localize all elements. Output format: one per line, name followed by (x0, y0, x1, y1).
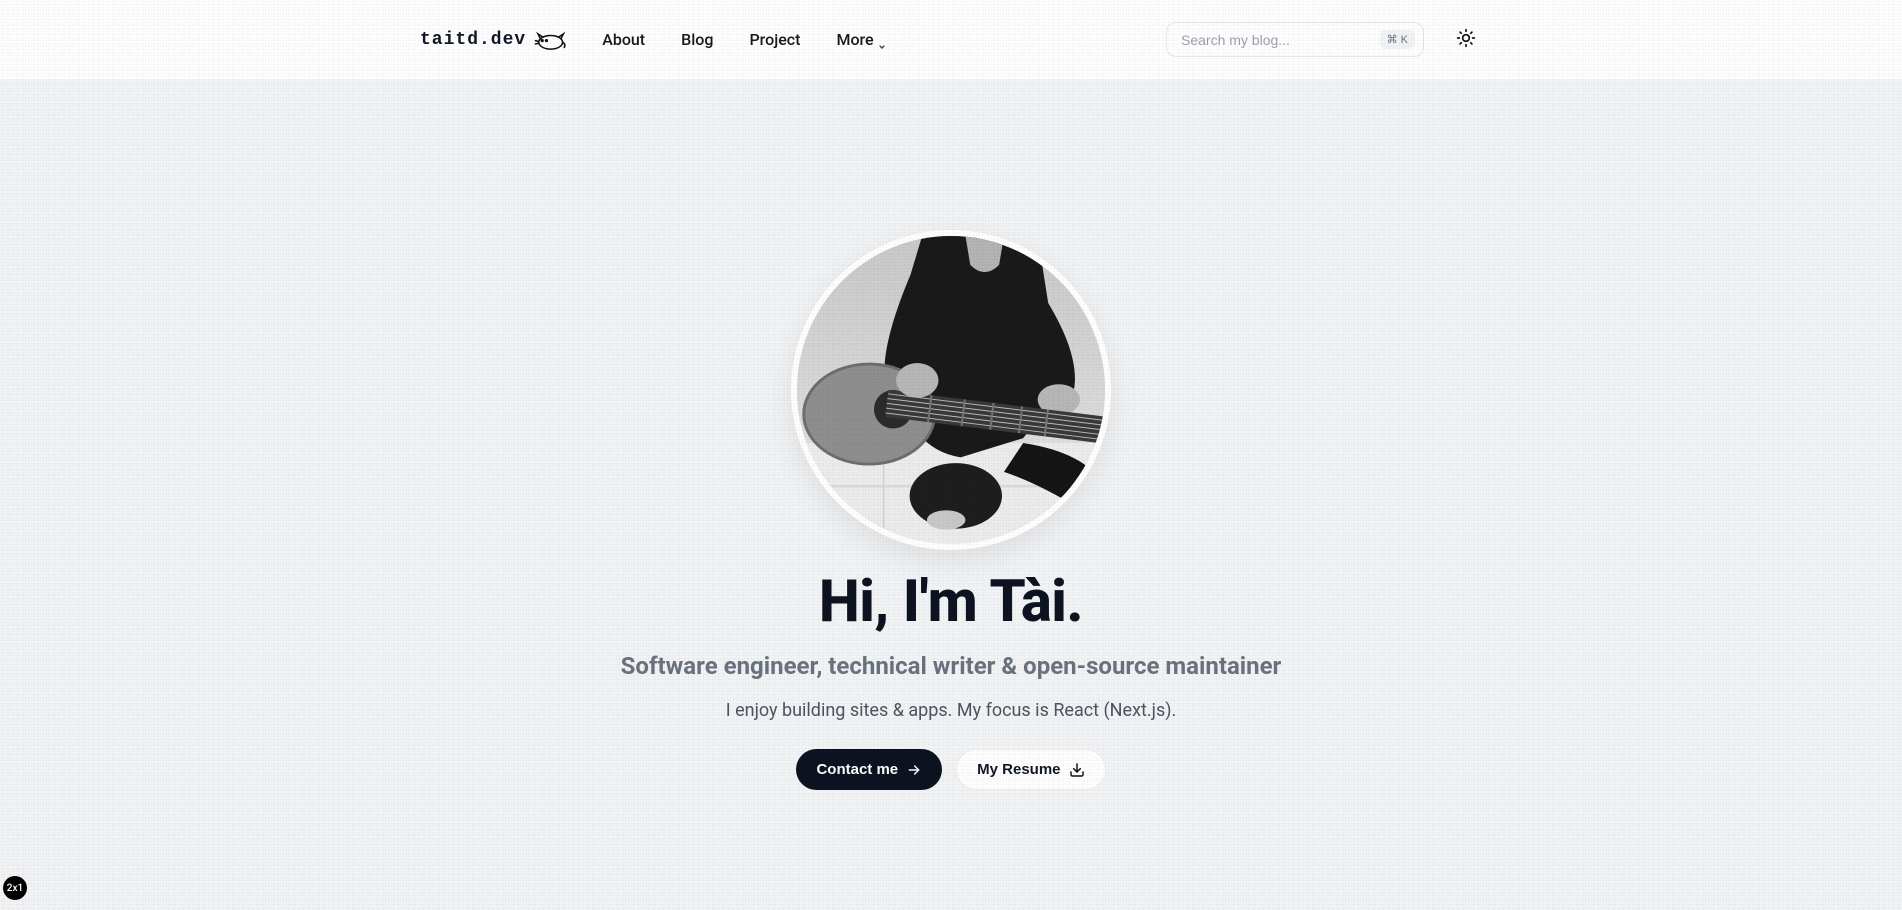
main-nav: About Blog Project More (602, 30, 885, 49)
avatar-image (797, 236, 1105, 544)
hero-actions: Contact me My Resume (796, 749, 1105, 790)
search-kbd-shortcut: ⌘ K (1380, 30, 1415, 49)
corner-badge: 2x1 (3, 876, 27, 900)
theme-toggle-button[interactable] (1450, 24, 1482, 56)
hero-section: Hi, I'm Tài. Software engineer, technica… (0, 80, 1902, 790)
nav-about[interactable]: About (602, 30, 645, 49)
search-input[interactable] (1181, 32, 1372, 48)
avatar (791, 230, 1111, 550)
hero-subtitle: Software engineer, technical writer & op… (621, 652, 1282, 680)
hero-description: I enjoy building sites & apps. My focus … (726, 700, 1177, 721)
nav-more[interactable]: More (836, 30, 885, 49)
resume-button-label: My Resume (977, 761, 1060, 778)
site-header: taitd.dev About Blog Project More (0, 0, 1902, 80)
download-icon (1069, 762, 1085, 778)
contact-button[interactable]: Contact me (796, 749, 942, 790)
resume-button[interactable]: My Resume (956, 749, 1105, 790)
nav-more-label: More (836, 30, 873, 49)
nav-blog[interactable]: Blog (681, 30, 713, 49)
contact-button-label: Contact me (816, 761, 898, 778)
chevron-down-icon (878, 36, 886, 44)
logo-link[interactable]: taitd.dev (420, 26, 566, 54)
nav-project[interactable]: Project (749, 30, 800, 49)
logo-text: taitd.dev (420, 30, 526, 50)
sun-icon (1456, 28, 1476, 52)
arrow-right-icon (906, 762, 922, 778)
search-box[interactable]: ⌘ K (1166, 22, 1424, 57)
hero-title: Hi, I'm Tài. (819, 568, 1083, 636)
cat-icon (532, 26, 566, 54)
